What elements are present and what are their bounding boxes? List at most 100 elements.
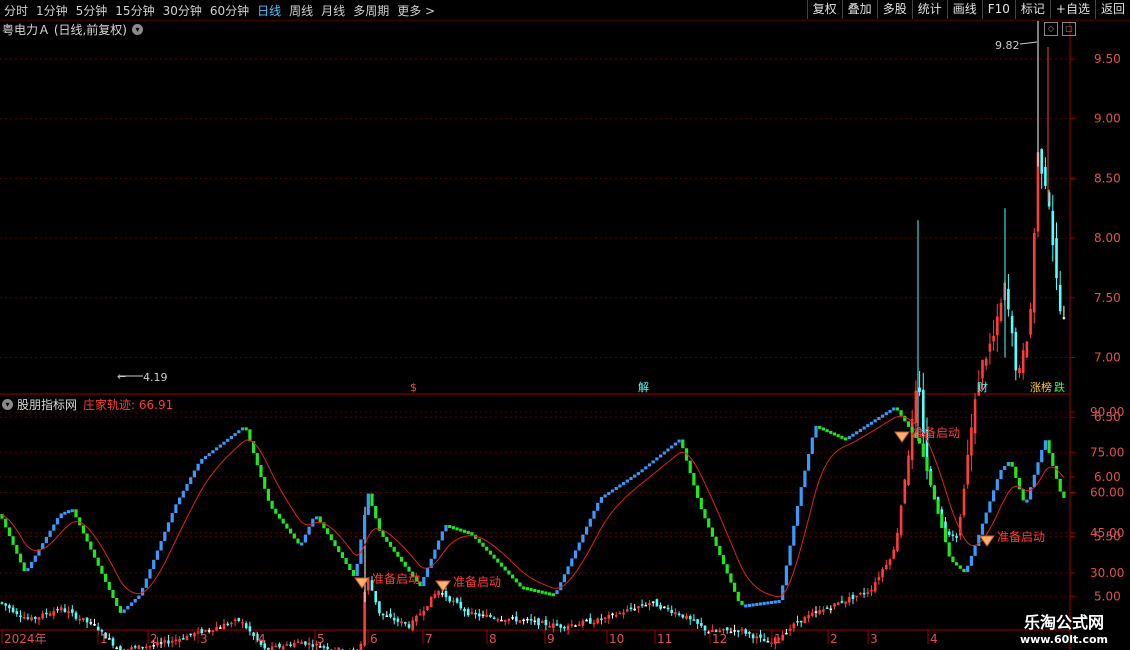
price-tick-label: 9.50 <box>1094 52 1121 66</box>
candle-body <box>947 531 951 535</box>
candle-body <box>15 611 19 614</box>
candle-body <box>163 640 167 643</box>
main-chart-header: 粤电力Ａ (日线,前复权) ▾ <box>2 21 143 37</box>
oscillator-bar <box>562 574 566 583</box>
candle-body <box>500 619 503 622</box>
toolbar: 分时 1分钟 5分钟 15分钟 30分钟 60分钟 日线 周线 月线 多周期 更多 > 复权 叠加 多股… <box>0 0 1130 21</box>
candle-body <box>441 593 444 595</box>
candle-body <box>1044 167 1047 186</box>
period-tab[interactable]: 更多 > <box>397 2 435 19</box>
period-tab[interactable]: 1分钟 <box>36 2 68 19</box>
candle-body <box>0 602 4 604</box>
oscillator-bar <box>895 407 899 411</box>
candle-body <box>951 534 955 537</box>
oscillator-bar <box>858 428 862 432</box>
toolbar-button[interactable]: F10 <box>981 0 1015 19</box>
oscillator-bar <box>392 546 396 552</box>
candle-body <box>737 630 740 633</box>
chart-canvas[interactable]: 9.509.008.508.007.507.006.506.005.505.00… <box>0 0 1130 650</box>
time-label: 3 <box>870 632 878 646</box>
candle-body <box>696 619 699 624</box>
oscillator-bar <box>1021 489 1025 501</box>
oscillator-bar <box>370 493 374 506</box>
candle-body <box>37 617 41 620</box>
oscillator-bar <box>189 477 193 485</box>
candle-body <box>618 612 622 615</box>
candle-body <box>537 618 540 626</box>
candle-body <box>659 605 662 609</box>
toolbar-button[interactable]: 画线 <box>946 0 982 19</box>
candle-body <box>241 622 244 624</box>
toolbar-buttons: 复权 叠加 多股 统计 画线 F10 标记 +自选 返回 <box>806 0 1130 20</box>
oscillator-bar <box>396 551 400 557</box>
high-pointer <box>1019 41 1038 45</box>
candle-body <box>429 596 433 608</box>
candle-body <box>418 613 422 616</box>
oscillator-bar <box>577 542 581 551</box>
oscillator-bar <box>433 549 437 559</box>
time-label: 2024年 <box>4 632 47 646</box>
period-tab[interactable]: 30分钟 <box>163 2 202 19</box>
oscillator-bar <box>714 536 718 546</box>
candle-body <box>492 617 496 620</box>
oscillator-bar <box>1036 462 1040 475</box>
oscillator-bar <box>681 439 685 449</box>
chevron-down-icon[interactable]: ▾ <box>132 23 143 35</box>
oscillator-bar <box>747 603 751 607</box>
oscillator-bar <box>274 508 278 514</box>
candle-body <box>74 612 78 619</box>
chevron-down-icon[interactable]: ▾ <box>2 398 13 410</box>
period-tab[interactable]: 分时 <box>4 2 28 19</box>
oscillator-bar <box>355 563 359 576</box>
oscillator-bar <box>307 526 311 535</box>
oscillator-bar <box>270 500 274 509</box>
candle-body <box>11 607 15 613</box>
oscillator-bar <box>766 601 770 605</box>
chart-controls: ◇ ▢ <box>1040 22 1076 36</box>
toolbar-button[interactable]: 统计 <box>911 0 947 19</box>
period-tab[interactable]: 15分钟 <box>115 2 154 19</box>
period-tab[interactable]: 多周期 <box>353 2 389 19</box>
window-icon[interactable]: ▢ <box>1062 22 1076 36</box>
toolbar-button[interactable]: 返回 <box>1094 0 1130 19</box>
toolbar-button[interactable]: +自选 <box>1049 0 1095 19</box>
toolbar-button[interactable]: 叠加 <box>841 0 877 19</box>
toolbar-button[interactable]: 多股 <box>876 0 912 19</box>
candle-body <box>981 360 984 379</box>
candle-body <box>859 592 862 595</box>
toolbar-button[interactable]: 复权 <box>806 0 842 19</box>
candle-body <box>244 623 248 629</box>
candle-body <box>437 590 440 596</box>
oscillator-bar <box>696 485 700 498</box>
candle-body <box>41 613 44 619</box>
oscillator-bar <box>969 555 973 566</box>
candle-body <box>178 638 181 642</box>
watermark-title: 乐淘公式网 <box>1023 613 1104 632</box>
period-tab[interactable]: 月线 <box>321 2 345 19</box>
oscillator-bar <box>30 561 34 569</box>
candle-body <box>644 604 648 607</box>
candle-body <box>45 612 48 615</box>
oscillator-bar <box>1062 491 1066 498</box>
candle-body <box>799 620 803 623</box>
period-tab[interactable]: 日线 <box>257 2 281 19</box>
oscillator-bar <box>192 470 196 478</box>
diamond-icon[interactable]: ◇ <box>1044 22 1058 36</box>
oscillator-bar <box>869 421 874 425</box>
candle-body <box>555 623 559 626</box>
oscillator-bar <box>699 497 703 510</box>
indicator-name[interactable]: 股朋指标网 <box>17 396 77 413</box>
candle-body <box>603 617 607 619</box>
candle-body <box>700 623 703 626</box>
candle-body <box>851 594 855 599</box>
oscillator-bar <box>403 561 407 567</box>
candle-body <box>34 616 37 619</box>
candle-body <box>622 612 625 615</box>
time-label: 5 <box>317 632 325 646</box>
toolbar-button[interactable]: 标记 <box>1014 0 1050 19</box>
period-tab[interactable]: 5分钟 <box>76 2 108 19</box>
period-tab[interactable]: 周线 <box>289 2 313 19</box>
period-tab[interactable]: 60分钟 <box>210 2 249 19</box>
oscillator-bar <box>1010 462 1014 467</box>
candle-body <box>663 606 666 609</box>
